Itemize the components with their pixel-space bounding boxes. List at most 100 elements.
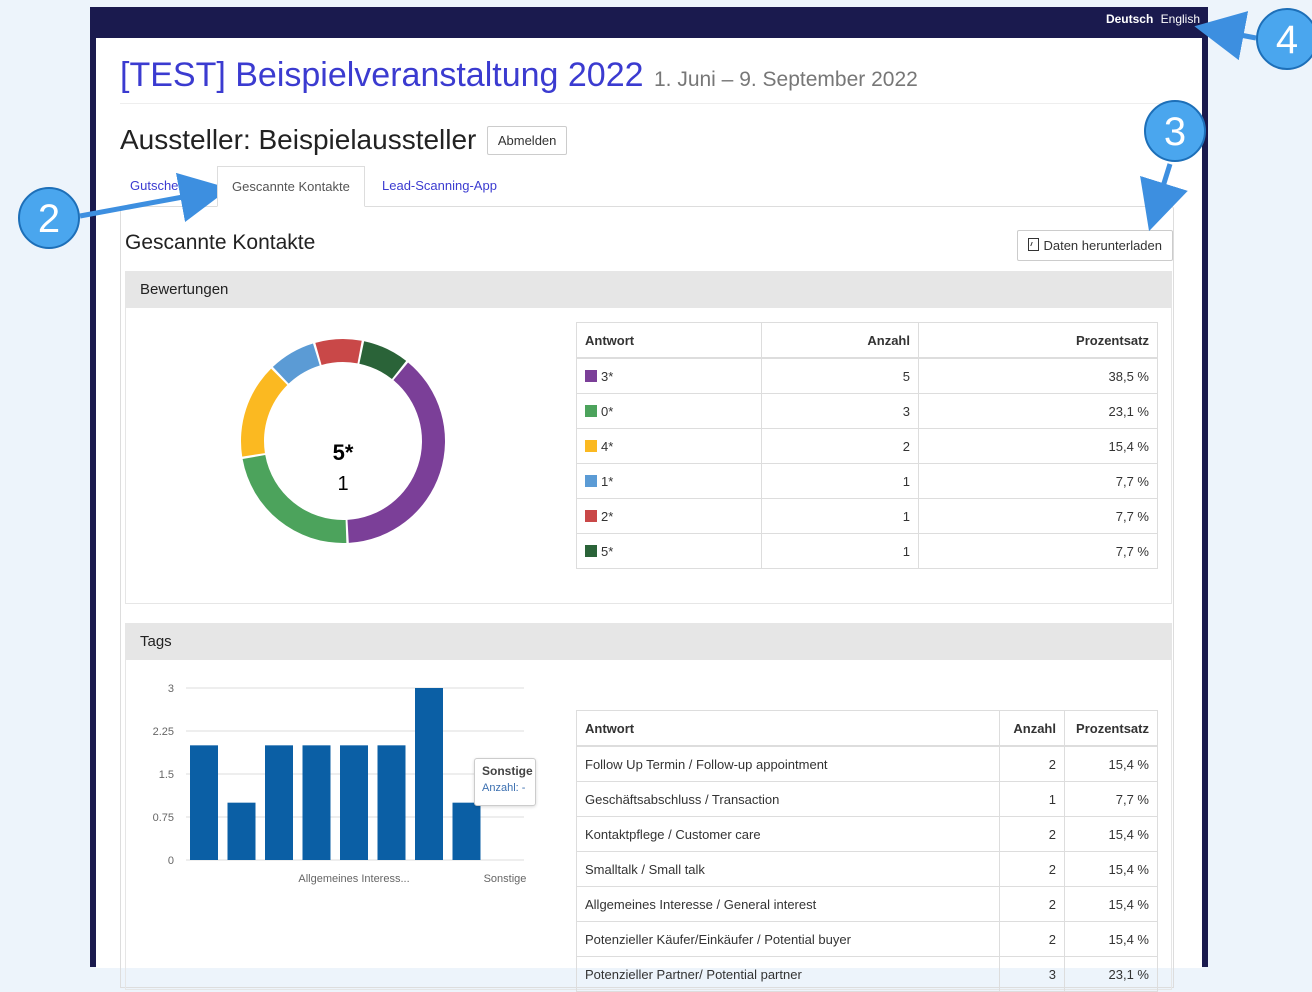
table-row: Geschäftsabschluss / Transaction 1 7,7 % xyxy=(576,781,1158,817)
app-frame: Deutsch English [TEST] Beispielveranstal… xyxy=(90,7,1208,992)
donut-slice-3star[interactable] xyxy=(347,362,446,543)
answer-cell: 1* xyxy=(576,463,762,499)
answer-cell: 4* xyxy=(576,428,762,464)
answer-cell: 2* xyxy=(576,498,762,534)
bar[interactable] xyxy=(190,745,218,860)
count-cell: 2 xyxy=(761,428,919,464)
ratings-col-percent[interactable]: Prozentsatz xyxy=(918,322,1158,359)
lang-english[interactable]: English xyxy=(1161,12,1200,26)
table-row: 0* 3 23,1 % xyxy=(576,393,1158,429)
table-row: 1* 1 7,7 % xyxy=(576,463,1158,499)
percent-cell: 15,4 % xyxy=(1064,921,1158,957)
exhibitor-heading: Aussteller: Beispielaussteller xyxy=(120,124,477,155)
download-data-button[interactable]: Daten herunterladen xyxy=(1017,230,1173,261)
callout-4: 4 xyxy=(1256,8,1312,70)
tooltip-line: Anzahl: - xyxy=(482,782,526,794)
count-cell: 5 xyxy=(761,357,919,394)
bar[interactable] xyxy=(415,688,443,860)
tags-table: Antwort Anzahl Prozentsatz Follow Up Ter… xyxy=(576,710,1158,992)
percent-cell: 15,4 % xyxy=(1064,886,1158,922)
bar[interactable] xyxy=(302,745,331,860)
page-content: [TEST] Beispielveranstaltung 2022 1. Jun… xyxy=(96,38,1202,992)
tags-col-answer[interactable]: Antwort xyxy=(576,710,1000,747)
tags-col-count[interactable]: Anzahl xyxy=(999,710,1065,747)
callout-2: 2 xyxy=(18,187,80,249)
donut-slice-0star[interactable] xyxy=(242,454,347,543)
donut-center-value: 1 xyxy=(337,473,348,495)
language-switcher: Deutsch English xyxy=(1102,12,1200,26)
table-row: Follow Up Termin / Follow-up appointment… xyxy=(576,745,1158,782)
bar[interactable] xyxy=(452,802,481,860)
tags-section-body: 3 2.25 1.5 0.75 0 Allgemeines Interess... Son… xyxy=(125,660,1172,992)
event-title: [TEST] Beispielveranstaltung 2022 xyxy=(120,56,644,94)
legend-swatch xyxy=(585,544,597,557)
tab-bar: Gutschein Gescannte Kontakte Lead-Scanni… xyxy=(120,166,1172,207)
y-tick-label: 2.25 xyxy=(153,726,174,738)
percent-cell: 15,4 % xyxy=(1064,745,1158,782)
ratings-col-answer[interactable]: Antwort xyxy=(576,322,762,359)
percent-cell: 7,7 % xyxy=(918,533,1158,569)
bar[interactable] xyxy=(340,745,368,860)
answer-label: 5* xyxy=(601,543,614,559)
count-cell: 2 xyxy=(999,745,1065,782)
table-row: Smalltalk / Small talk 2 15,4 % xyxy=(576,851,1158,887)
answer-cell: 3* xyxy=(576,357,762,394)
tags-col-percent[interactable]: Prozentsatz xyxy=(1064,710,1158,747)
count-cell: 1 xyxy=(761,498,919,534)
legend-swatch xyxy=(585,509,597,522)
divider xyxy=(120,103,1178,104)
percent-cell: 38,5 % xyxy=(918,357,1158,394)
exhibitor-header: Aussteller: Beispielaussteller Abmelden xyxy=(120,124,568,156)
y-tick-label: 0 xyxy=(168,855,174,867)
logout-button[interactable]: Abmelden xyxy=(486,125,568,155)
x-tick-label: Allgemeines Interess... xyxy=(298,873,409,885)
answer-label: 4* xyxy=(601,438,614,454)
table-row: 4* 2 15,4 % xyxy=(576,428,1158,464)
count-cell: 1 xyxy=(761,463,919,499)
count-cell: 2 xyxy=(999,921,1065,957)
answer-cell: 5* xyxy=(576,533,762,569)
tab-gutschein[interactable]: Gutschein xyxy=(116,166,203,206)
percent-cell: 15,4 % xyxy=(1064,851,1158,887)
bar[interactable] xyxy=(227,802,256,860)
count-cell: 2 xyxy=(999,851,1065,887)
ratings-section-body: 5* 1 Antwort Anzahl Prozentsatz 3* 5 38,5 … xyxy=(125,308,1172,604)
callout-3: 3 xyxy=(1144,100,1206,162)
percent-cell: 7,7 % xyxy=(918,463,1158,499)
count-cell: 1 xyxy=(999,781,1065,817)
event-dates: 1. Juni – 9. September 2022 xyxy=(653,68,918,91)
tooltip-title: Sonstige xyxy=(482,764,533,778)
percent-cell: 7,7 % xyxy=(1064,781,1158,817)
lang-deutsch[interactable]: Deutsch xyxy=(1106,12,1153,26)
panel-title: Gescannte Kontakte xyxy=(125,231,316,254)
percent-cell: 23,1 % xyxy=(918,393,1158,429)
answer-label: 2* xyxy=(601,508,614,524)
tab-lead-scanning-app[interactable]: Lead-Scanning-App xyxy=(368,166,511,206)
chart-tooltip: Sonstige Anzahl: - xyxy=(474,758,536,806)
y-tick-label: 0.75 xyxy=(153,812,174,824)
legend-swatch xyxy=(585,474,597,487)
answer-label: 0* xyxy=(601,403,614,419)
ratings-table: Antwort Anzahl Prozentsatz 3* 5 38,5 % 0* 3… xyxy=(576,322,1158,569)
answer-cell: Allgemeines Interesse / General interest xyxy=(576,886,1000,922)
donut-slice-4star[interactable] xyxy=(241,368,288,457)
answer-cell: Smalltalk / Small talk xyxy=(576,851,1000,887)
arrow-4 xyxy=(1194,11,1257,61)
count-cell: 2 xyxy=(999,816,1065,852)
download-label: Daten herunterladen xyxy=(1043,238,1162,253)
ratings-col-count[interactable]: Anzahl xyxy=(761,322,919,359)
answer-cell: Follow Up Termin / Follow-up appointment xyxy=(576,745,1000,782)
table-row: 3* 5 38,5 % xyxy=(576,357,1158,394)
count-cell: 2 xyxy=(999,886,1065,922)
file-excel-icon xyxy=(1028,238,1040,251)
bar[interactable] xyxy=(265,745,293,860)
bar[interactable] xyxy=(377,745,406,860)
percent-cell: 7,7 % xyxy=(918,498,1158,534)
answer-label: 3* xyxy=(601,368,614,384)
count-cell: 1 xyxy=(761,533,919,569)
ratings-donut-chart: 5* 1 xyxy=(241,339,446,543)
tab-gescannte-kontakte[interactable]: Gescannte Kontakte xyxy=(217,166,365,207)
donut-slice-2star[interactable] xyxy=(315,339,362,365)
answer-cell: Potenzieller Käufer/Einkäufer / Potentia… xyxy=(576,921,1000,957)
count-cell: 3 xyxy=(999,956,1065,992)
